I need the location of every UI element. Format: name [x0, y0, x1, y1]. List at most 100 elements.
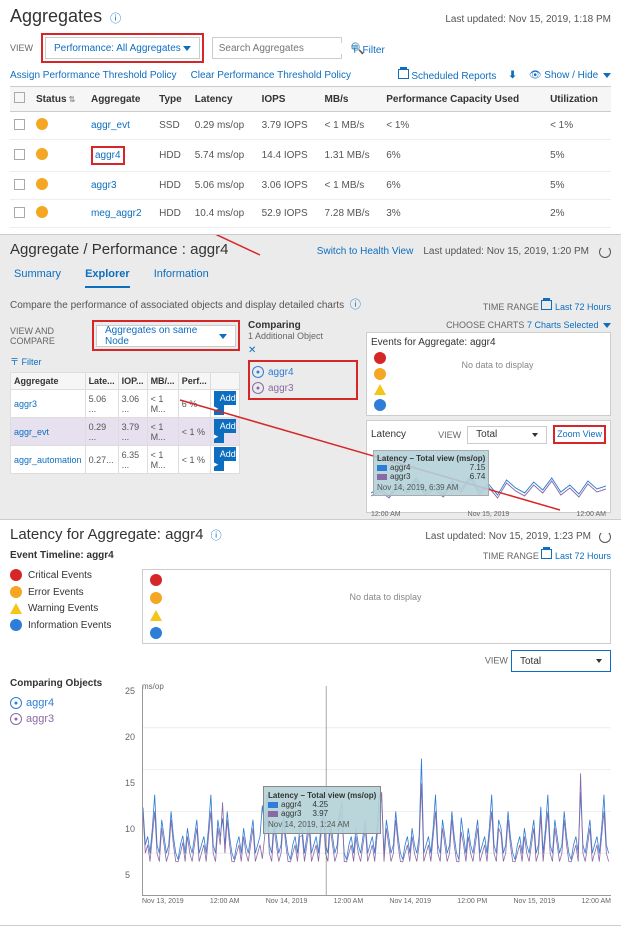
calendar-icon	[398, 69, 409, 79]
zoom-view-link[interactable]: Zoom View	[557, 429, 602, 439]
aggregate-link[interactable]: aggr4	[87, 140, 155, 172]
last-updated: Last updated: Nov 15, 2019, 1:20 PM	[423, 246, 589, 257]
info-icon	[150, 627, 162, 639]
download-icon[interactable]: ⬇	[508, 70, 516, 81]
compare-panel: VIEW AND COMPARE Aggregates on same Node…	[10, 320, 240, 474]
tab-information[interactable]: Information	[154, 268, 209, 288]
column-header[interactable]: Latency	[191, 87, 258, 112]
search-field[interactable]	[219, 43, 351, 54]
error-icon	[150, 592, 162, 604]
column-header[interactable]: IOP...	[118, 373, 147, 390]
table-row[interactable]: aggr_evt0.29 ...3.79 ...< 1 M...< 1 %Add…	[11, 418, 240, 446]
clear-policy-link[interactable]: Clear Performance Threshold Policy	[191, 70, 351, 81]
table-row[interactable]: aggr35.06 ...3.06 ...< 1 M...6 %Add ▸	[11, 390, 240, 418]
compare-description: Compare the performance of associated ob…	[10, 300, 344, 311]
view-label: VIEW	[485, 656, 508, 666]
comparing-item[interactable]: ●aggr4	[10, 695, 130, 711]
events-title: Events for Aggregate: aggr4	[371, 337, 606, 348]
aggregate-link[interactable]: meg_aggr2	[87, 200, 155, 228]
view-label: VIEW	[10, 43, 33, 53]
aggregate-link[interactable]: aggr_automation	[11, 446, 86, 474]
add-button[interactable]: Add ▸	[214, 419, 236, 443]
column-header[interactable]: Perf...	[178, 373, 210, 390]
status-icon	[36, 178, 48, 190]
table-row[interactable]: aggr3 HDD5.06 ms/op3.06 IOPS< 1 MB/s6%5%	[10, 172, 611, 200]
row-checkbox[interactable]	[14, 149, 25, 160]
column-header[interactable]: MB/s	[321, 87, 383, 112]
table-row[interactable]: aggr4 HDD5.74 ms/op14.4 IOPS1.31 MB/s6%5…	[10, 140, 611, 172]
filter-button[interactable]: 〒 Filter	[10, 357, 42, 367]
aggregate-performance-section: Aggregate / Performance : aggr4 Switch t…	[0, 235, 621, 520]
event-timeline-title: Event Timeline: aggr4	[10, 550, 114, 561]
switch-health-link[interactable]: Switch to Health View	[317, 246, 414, 257]
latency-big-chart[interactable]: ms/op 25 20 15 10 5	[142, 686, 611, 905]
column-header[interactable]: Aggregate	[11, 373, 86, 390]
column-header[interactable]: MB/...	[147, 373, 178, 390]
visibility-icon[interactable]: ●	[252, 366, 264, 378]
help-icon[interactable]: ⓘ	[350, 299, 361, 311]
visibility-icon[interactable]: ●	[10, 697, 22, 709]
column-header[interactable]: Late...	[85, 373, 118, 390]
view-compare-dropdown[interactable]: Aggregates on same Node	[96, 325, 236, 347]
tab-explorer[interactable]: Explorer	[85, 268, 130, 288]
visibility-icon[interactable]: ●	[252, 382, 264, 394]
red-icon	[10, 569, 22, 581]
row-checkbox[interactable]	[14, 179, 25, 190]
table-row[interactable]: aggr_automation0.27...6.35 ...< 1 M...< …	[11, 446, 240, 474]
comparing-item[interactable]: ●aggr3	[252, 380, 354, 396]
time-range-dropdown[interactable]: Last 72 Hours	[541, 302, 611, 312]
critical-icon	[150, 574, 162, 586]
aggregates-section: Aggregates ⓘ Last updated: Nov 15, 2019,…	[0, 0, 621, 235]
scheduled-reports-link[interactable]: Scheduled Reports	[398, 69, 497, 82]
column-header[interactable]: Utilization	[546, 87, 611, 112]
table-row[interactable]: aggr_evt SSD0.29 ms/op3.79 IOPS< 1 MB/s<…	[10, 112, 611, 140]
column-header[interactable]: IOPS	[258, 87, 321, 112]
status-icon	[36, 118, 48, 130]
column-header[interactable]	[10, 87, 32, 112]
column-header[interactable]: Performance Capacity Used	[382, 87, 546, 112]
latency-view-dropdown[interactable]: Total	[467, 426, 547, 444]
calendar-icon	[541, 300, 552, 310]
comparing-item[interactable]: ●aggr4	[252, 364, 354, 380]
tab-summary[interactable]: Summary	[14, 268, 61, 288]
column-header[interactable]: Type	[155, 87, 191, 112]
select-all-checkbox[interactable]	[14, 92, 25, 103]
time-range-dropdown[interactable]: Last 72 Hours	[541, 551, 611, 561]
section-title: Latency for Aggregate: aggr4 ⓘ	[10, 526, 222, 543]
table-row[interactable]: meg_aggr2 HDD10.4 ms/op52.9 IOPS7.28 MB/…	[10, 200, 611, 228]
column-header[interactable]: Aggregate	[87, 87, 155, 112]
search-input[interactable]: 🔍	[212, 37, 342, 59]
visibility-icon[interactable]: ●	[10, 713, 22, 725]
view-dropdown[interactable]: Total	[511, 650, 611, 672]
calendar-icon	[541, 549, 552, 559]
row-checkbox[interactable]	[14, 119, 25, 130]
assign-policy-link[interactable]: Assign Performance Threshold Policy	[10, 70, 177, 81]
latency-mini-chart[interactable]: Latency – Total view (ms/op) aggr47.15ag…	[371, 448, 606, 508]
chart-tooltip: Latency – Total view (ms/op) aggr44.25ag…	[263, 786, 381, 834]
choose-charts-dropdown[interactable]: 7 Charts Selected	[527, 320, 611, 330]
add-button[interactable]: Add ▸	[214, 391, 236, 415]
close-icon[interactable]: ✕	[248, 345, 358, 356]
help-icon[interactable]: ⓘ	[211, 530, 222, 542]
aggregates-table: Status⇅AggregateTypeLatencyIOPSMB/sPerfo…	[10, 86, 611, 228]
aggregate-link[interactable]: aggr3	[11, 390, 86, 418]
row-checkbox[interactable]	[14, 207, 25, 218]
comparing-item[interactable]: ●aggr3	[10, 711, 130, 727]
column-header[interactable]: Status⇅	[32, 87, 87, 112]
refresh-icon[interactable]	[599, 246, 611, 258]
tabs: Summary Explorer Information	[10, 268, 611, 288]
blue-icon	[10, 619, 22, 631]
view-dropdown[interactable]: Performance: All Aggregates	[45, 37, 200, 59]
help-icon[interactable]: ⓘ	[110, 13, 121, 25]
filter-button[interactable]: 〒 Filter	[350, 41, 385, 56]
critical-icon	[374, 352, 386, 364]
aggregate-link[interactable]: aggr_evt	[87, 112, 155, 140]
add-button[interactable]: Add ▸	[214, 447, 236, 471]
event-legend: Critical EventsError EventsWarning Event…	[10, 569, 130, 644]
aggregate-link[interactable]: aggr3	[87, 172, 155, 200]
refresh-icon[interactable]	[599, 531, 611, 543]
show-hide-dropdown[interactable]: 👁 Show / Hide	[529, 70, 611, 81]
aggregate-link[interactable]: aggr_evt	[11, 418, 86, 446]
time-range-label: TIME RANGE	[483, 302, 539, 312]
no-data-text: No data to display	[165, 574, 606, 639]
